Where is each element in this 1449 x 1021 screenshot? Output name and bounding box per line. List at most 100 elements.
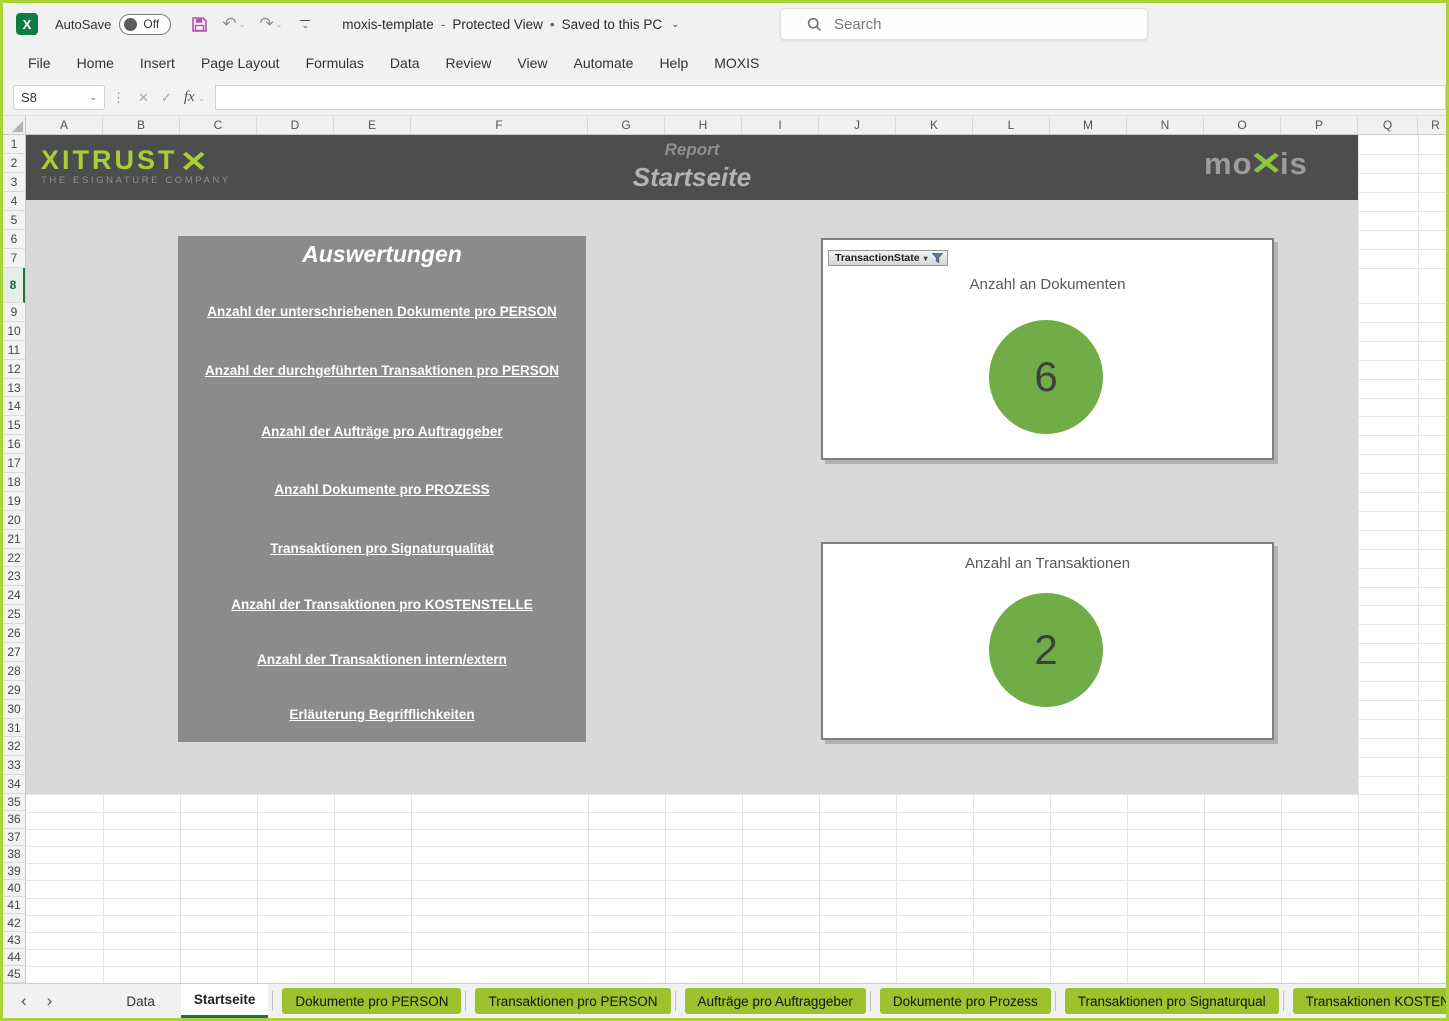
row-header-14[interactable]: 14 <box>3 397 25 416</box>
sheet-tab-data[interactable]: Data <box>104 984 177 1018</box>
excel-app-icon[interactable]: X <box>16 13 38 35</box>
row-header-34[interactable]: 34 <box>3 775 25 794</box>
ribbon-tab-moxis[interactable]: MOXIS <box>701 45 772 80</box>
sheet-tab-transaktionen-pro-signaturqual[interactable]: Transaktionen pro Signaturqual <box>1065 988 1279 1014</box>
autosave-toggle[interactable]: Off <box>119 14 171 35</box>
row-header-38[interactable]: 38 <box>3 846 25 863</box>
documents-count-card[interactable]: TransactionState ▾ Anzahl an Dokumenten … <box>821 238 1274 460</box>
column-header-E[interactable]: E <box>334 116 411 134</box>
column-header-F[interactable]: F <box>411 116 588 134</box>
insert-function-button[interactable]: fx ⌄ <box>178 89 209 106</box>
column-header-J[interactable]: J <box>819 116 896 134</box>
save-button[interactable] <box>191 16 208 33</box>
sheet-tab-transaktionen-kostenstelle[interactable]: Transaktionen KOSTENSTELLE <box>1293 988 1446 1014</box>
row-header-45[interactable]: 45 <box>3 966 25 983</box>
column-header-O[interactable]: O <box>1204 116 1281 134</box>
spreadsheet-grid[interactable]: Report Startseite XITRUST ✕ THE ESIGNATU… <box>26 135 1446 983</box>
row-header-43[interactable]: 43 <box>3 932 25 949</box>
column-header-P[interactable]: P <box>1281 116 1358 134</box>
column-header-H[interactable]: H <box>665 116 742 134</box>
row-header-17[interactable]: 17 <box>3 454 25 473</box>
customize-quick-access-icon[interactable]: ⌄ <box>300 20 310 28</box>
row-header-3[interactable]: 3 <box>3 173 25 192</box>
transactions-count-card[interactable]: Anzahl an Transaktionen 2 <box>821 542 1274 740</box>
panel-link-3[interactable]: Anzahl der Aufträge pro Auftraggeber <box>178 424 586 439</box>
row-header-12[interactable]: 12 <box>3 360 25 379</box>
row-header-10[interactable]: 10 <box>3 322 25 341</box>
column-header-D[interactable]: D <box>257 116 334 134</box>
panel-link-1[interactable]: Anzahl der unterschriebenen Dokumente pr… <box>178 304 586 319</box>
panel-link-5[interactable]: Transaktionen pro Signaturqualität <box>178 541 586 556</box>
row-header-42[interactable]: 42 <box>3 914 25 931</box>
ribbon-tab-file[interactable]: File <box>15 45 64 80</box>
ribbon-tab-automate[interactable]: Automate <box>561 45 647 80</box>
row-header-26[interactable]: 26 <box>3 624 25 643</box>
row-header-9[interactable]: 9 <box>3 303 25 322</box>
column-header-G[interactable]: G <box>588 116 665 134</box>
ribbon-tab-data[interactable]: Data <box>377 45 433 80</box>
ribbon-tab-help[interactable]: Help <box>646 45 701 80</box>
sheet-tab-startseite-active[interactable]: Startseite <box>181 984 269 1018</box>
row-header-5[interactable]: 5 <box>3 211 25 230</box>
row-header-15[interactable]: 15 <box>3 416 25 435</box>
ribbon-tab-page-layout[interactable]: Page Layout <box>188 45 293 80</box>
row-header-13[interactable]: 13 <box>3 379 25 398</box>
ribbon-tab-view[interactable]: View <box>504 45 560 80</box>
row-header-35[interactable]: 35 <box>3 794 25 811</box>
row-header-36[interactable]: 36 <box>3 811 25 828</box>
column-header-A[interactable]: A <box>26 116 103 134</box>
ribbon-tab-home[interactable]: Home <box>64 45 127 80</box>
row-header-6[interactable]: 6 <box>3 230 25 249</box>
row-header-23[interactable]: 23 <box>3 567 25 586</box>
row-header-7[interactable]: 7 <box>3 249 25 268</box>
row-header-2[interactable]: 2 <box>3 154 25 173</box>
ribbon-tab-formulas[interactable]: Formulas <box>293 45 377 80</box>
sheet-tab-aufträge-pro-auftraggeber[interactable]: Aufträge pro Auftraggeber <box>685 988 866 1014</box>
column-header-M[interactable]: M <box>1050 116 1127 134</box>
row-header-37[interactable]: 37 <box>3 829 25 846</box>
row-header-29[interactable]: 29 <box>3 681 25 700</box>
sheet-nav-next-button[interactable]: › <box>37 991 63 1011</box>
column-header-C[interactable]: C <box>180 116 257 134</box>
row-header-21[interactable]: 21 <box>3 530 25 549</box>
select-all-corner[interactable] <box>3 116 26 134</box>
document-title[interactable]: moxis-template - Protected View • Saved … <box>342 17 679 32</box>
panel-link-4[interactable]: Anzahl Dokumente pro PROZESS <box>178 482 586 497</box>
cancel-entry-button[interactable]: ✕ <box>132 90 155 106</box>
row-header-27[interactable]: 27 <box>3 643 25 662</box>
confirm-entry-button[interactable]: ✓ <box>155 90 178 106</box>
sheet-nav-prev-button[interactable]: ‹ <box>11 991 37 1011</box>
row-header-28[interactable]: 28 <box>3 662 25 681</box>
undo-button[interactable]: ↶⌄ <box>222 14 245 34</box>
ribbon-tab-review[interactable]: Review <box>433 45 505 80</box>
row-header-31[interactable]: 31 <box>3 719 25 738</box>
row-header-11[interactable]: 11 <box>3 341 25 360</box>
row-header-30[interactable]: 30 <box>3 700 25 719</box>
redo-button[interactable]: ↷⌄ <box>259 14 282 34</box>
column-header-Q[interactable]: Q <box>1358 116 1418 134</box>
search-bar[interactable] <box>780 8 1148 40</box>
panel-link-7[interactable]: Anzahl der Transaktionen intern/extern <box>178 652 586 667</box>
column-header-B[interactable]: B <box>103 116 180 134</box>
search-input[interactable] <box>834 16 1114 33</box>
row-header-16[interactable]: 16 <box>3 435 25 454</box>
row-header-44[interactable]: 44 <box>3 949 25 966</box>
name-box[interactable]: S8 ⌄ <box>13 85 105 110</box>
row-header-24[interactable]: 24 <box>3 586 25 605</box>
row-header-33[interactable]: 33 <box>3 756 25 775</box>
row-header-40[interactable]: 40 <box>3 880 25 897</box>
row-header-32[interactable]: 32 <box>3 737 25 756</box>
panel-link-6[interactable]: Anzahl der Transaktionen pro KOSTENSTELL… <box>178 597 586 612</box>
row-header-8[interactable]: 8 <box>3 268 25 303</box>
ribbon-tab-insert[interactable]: Insert <box>127 45 188 80</box>
column-header-L[interactable]: L <box>973 116 1050 134</box>
sheet-tab-transaktionen-pro-person[interactable]: Transaktionen pro PERSON <box>475 988 670 1014</box>
sheet-tab-dokumente-pro-prozess[interactable]: Dokumente pro Prozess <box>880 988 1051 1014</box>
row-header-39[interactable]: 39 <box>3 863 25 880</box>
row-header-25[interactable]: 25 <box>3 605 25 624</box>
panel-link-2[interactable]: Anzahl der durchgeführten Transaktionen … <box>178 363 586 378</box>
row-header-20[interactable]: 20 <box>3 511 25 530</box>
formula-input[interactable] <box>215 85 1446 110</box>
column-header-K[interactable]: K <box>896 116 973 134</box>
column-header-I[interactable]: I <box>742 116 819 134</box>
